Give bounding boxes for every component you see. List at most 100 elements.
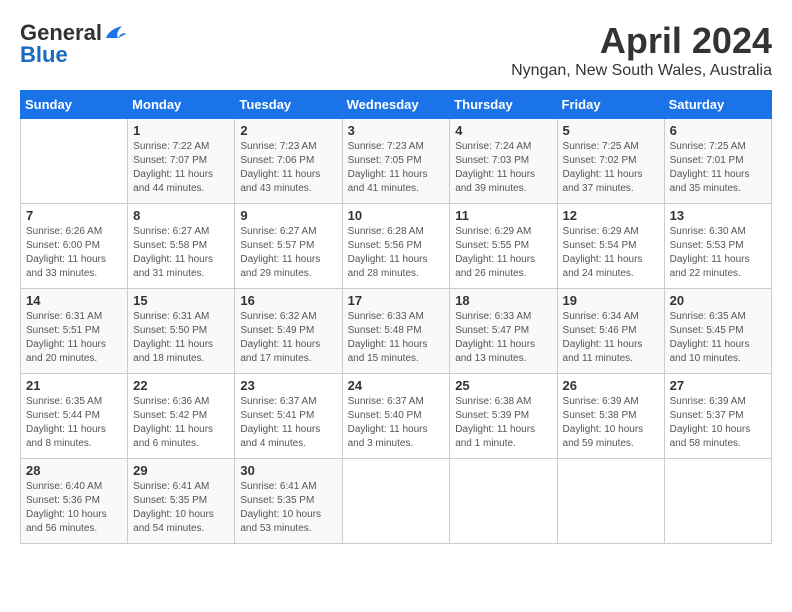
calendar-header-sunday: Sunday	[21, 91, 128, 119]
location-title: Nyngan, New South Wales, Australia	[511, 62, 772, 80]
calendar-cell: 2 Sunrise: 7:23 AMSunset: 7:06 PMDaylight…	[235, 119, 342, 204]
calendar-cell: 7 Sunrise: 6:26 AMSunset: 6:00 PMDaylight…	[21, 204, 128, 289]
day-number: 3	[348, 123, 445, 138]
day-number: 24	[348, 378, 445, 393]
calendar-cell: 9Sunrise: 6:27 AMSunset: 5:57 PMDaylight…	[235, 204, 342, 289]
calendar-cell: 4 Sunrise: 7:24 AMSunset: 7:03 PMDaylight…	[450, 119, 557, 204]
day-number: 30	[240, 463, 336, 478]
calendar-cell: 1 Sunrise: 7:22 AMSunset: 7:07 PMDaylight…	[128, 119, 235, 204]
day-info: Sunrise: 6:34 AMSunset: 5:46 PMDaylight:…	[563, 310, 659, 366]
day-number: 14	[26, 293, 122, 308]
day-number: 12	[563, 208, 659, 223]
calendar-cell: 29Sunrise: 6:41 AMSunset: 5:35 PMDayligh…	[128, 459, 235, 544]
calendar-cell: 17 Sunrise: 6:33 AMSunset: 5:48 PMDayligh…	[342, 289, 450, 374]
day-number: 27	[670, 378, 766, 393]
day-number: 4	[455, 123, 551, 138]
title-section: April 2024 Nyngan, New South Wales, Aust…	[511, 20, 772, 80]
day-info: Sunrise: 6:41 AMSunset: 5:35 PMDaylight:…	[240, 480, 336, 536]
calendar-cell: 16 Sunrise: 6:32 AMSunset: 5:49 PMDayligh…	[235, 289, 342, 374]
calendar-cell: 30 Sunrise: 6:41 AMSunset: 5:35 PMDayligh…	[235, 459, 342, 544]
month-title: April 2024	[511, 20, 772, 62]
day-info: Sunrise: 6:31 AMSunset: 5:50 PMDaylight:…	[133, 310, 229, 366]
day-number: 21	[26, 378, 122, 393]
day-number: 19	[563, 293, 659, 308]
day-info: Sunrise: 6:39 AMSunset: 5:37 PMDaylight:…	[670, 395, 766, 451]
day-info: Sunrise: 7:22 AMSunset: 7:07 PMDaylight:…	[133, 140, 229, 196]
logo: General Blue	[20, 20, 128, 68]
day-number: 2	[240, 123, 336, 138]
day-number: 23	[240, 378, 336, 393]
calendar-cell: 11 Sunrise: 6:29 AMSunset: 5:55 PMDayligh…	[450, 204, 557, 289]
day-info: Sunrise: 6:41 AMSunset: 5:35 PMDaylight:…	[133, 480, 229, 536]
day-info: Sunrise: 6:35 AMSunset: 5:45 PMDaylight:…	[670, 310, 766, 366]
calendar-cell: 18 Sunrise: 6:33 AMSunset: 5:47 PMDayligh…	[450, 289, 557, 374]
day-info: Sunrise: 6:35 AMSunset: 5:44 PMDaylight:…	[26, 395, 122, 451]
day-number: 25	[455, 378, 551, 393]
day-info: Sunrise: 6:26 AMSunset: 6:00 PMDaylight:…	[26, 225, 122, 281]
calendar-cell: 8 Sunrise: 6:27 AMSunset: 5:58 PMDaylight…	[128, 204, 235, 289]
day-number: 8	[133, 208, 229, 223]
day-info: Sunrise: 6:32 AMSunset: 5:49 PMDaylight:…	[240, 310, 336, 366]
calendar-header-monday: Monday	[128, 91, 235, 119]
calendar-cell: 10Sunrise: 6:28 AMSunset: 5:56 PMDayligh…	[342, 204, 450, 289]
day-info: Sunrise: 7:23 AMSunset: 7:05 PMDaylight:…	[348, 140, 445, 196]
day-info: Sunrise: 6:29 AMSunset: 5:55 PMDaylight:…	[455, 225, 551, 281]
day-number: 1	[133, 123, 229, 138]
calendar-week-row-4: 21 Sunrise: 6:35 AMSunset: 5:44 PMDayligh…	[21, 374, 772, 459]
day-number: 9	[240, 208, 336, 223]
day-number: 13	[670, 208, 766, 223]
logo-bird-icon	[104, 24, 128, 42]
day-number: 28	[26, 463, 122, 478]
calendar-cell: 24 Sunrise: 6:37 AMSunset: 5:40 PMDayligh…	[342, 374, 450, 459]
day-info: Sunrise: 7:25 AMSunset: 7:01 PMDaylight:…	[670, 140, 766, 196]
day-info: Sunrise: 6:28 AMSunset: 5:56 PMDaylight:…	[348, 225, 445, 281]
day-info: Sunrise: 6:37 AMSunset: 5:40 PMDaylight:…	[348, 395, 445, 451]
calendar-cell: 5Sunrise: 7:25 AMSunset: 7:02 PMDaylight…	[557, 119, 664, 204]
calendar-header-wednesday: Wednesday	[342, 91, 450, 119]
day-info: Sunrise: 7:24 AMSunset: 7:03 PMDaylight:…	[455, 140, 551, 196]
calendar-cell	[664, 459, 771, 544]
calendar-cell: 21 Sunrise: 6:35 AMSunset: 5:44 PMDayligh…	[21, 374, 128, 459]
calendar-cell	[557, 459, 664, 544]
day-info: Sunrise: 6:27 AMSunset: 5:58 PMDaylight:…	[133, 225, 229, 281]
day-number: 26	[563, 378, 659, 393]
day-number: 7	[26, 208, 122, 223]
calendar-week-row-2: 7 Sunrise: 6:26 AMSunset: 6:00 PMDaylight…	[21, 204, 772, 289]
day-number: 11	[455, 208, 551, 223]
day-info: Sunrise: 6:37 AMSunset: 5:41 PMDaylight:…	[240, 395, 336, 451]
calendar-header-row: SundayMondayTuesdayWednesdayThursdayFrid…	[21, 91, 772, 119]
day-info: Sunrise: 6:36 AMSunset: 5:42 PMDaylight:…	[133, 395, 229, 451]
day-number: 6	[670, 123, 766, 138]
page-header: General Blue April 2024 Nyngan, New Sout…	[20, 20, 772, 80]
calendar-cell: 22Sunrise: 6:36 AMSunset: 5:42 PMDayligh…	[128, 374, 235, 459]
day-info: Sunrise: 6:39 AMSunset: 5:38 PMDaylight:…	[563, 395, 659, 451]
calendar-cell: 25Sunrise: 6:38 AMSunset: 5:39 PMDayligh…	[450, 374, 557, 459]
calendar-header-friday: Friday	[557, 91, 664, 119]
calendar-header-saturday: Saturday	[664, 91, 771, 119]
day-info: Sunrise: 6:40 AMSunset: 5:36 PMDaylight:…	[26, 480, 122, 536]
day-info: Sunrise: 6:31 AMSunset: 5:51 PMDaylight:…	[26, 310, 122, 366]
calendar-cell: 27 Sunrise: 6:39 AMSunset: 5:37 PMDayligh…	[664, 374, 771, 459]
day-info: Sunrise: 6:33 AMSunset: 5:47 PMDaylight:…	[455, 310, 551, 366]
day-number: 16	[240, 293, 336, 308]
day-number: 17	[348, 293, 445, 308]
calendar-cell: 6 Sunrise: 7:25 AMSunset: 7:01 PMDaylight…	[664, 119, 771, 204]
day-info: Sunrise: 7:23 AMSunset: 7:06 PMDaylight:…	[240, 140, 336, 196]
calendar-cell	[450, 459, 557, 544]
calendar-cell: 12Sunrise: 6:29 AMSunset: 5:54 PMDayligh…	[557, 204, 664, 289]
calendar-week-row-1: 1 Sunrise: 7:22 AMSunset: 7:07 PMDaylight…	[21, 119, 772, 204]
calendar-week-row-3: 14 Sunrise: 6:31 AMSunset: 5:51 PMDayligh…	[21, 289, 772, 374]
calendar-cell	[342, 459, 450, 544]
calendar-table: SundayMondayTuesdayWednesdayThursdayFrid…	[20, 90, 772, 544]
day-info: Sunrise: 6:33 AMSunset: 5:48 PMDaylight:…	[348, 310, 445, 366]
calendar-week-row-5: 28 Sunrise: 6:40 AMSunset: 5:36 PMDayligh…	[21, 459, 772, 544]
calendar-cell: 15Sunrise: 6:31 AMSunset: 5:50 PMDayligh…	[128, 289, 235, 374]
calendar-cell: 28 Sunrise: 6:40 AMSunset: 5:36 PMDayligh…	[21, 459, 128, 544]
day-number: 18	[455, 293, 551, 308]
calendar-cell	[21, 119, 128, 204]
logo-text-blue: Blue	[20, 42, 68, 68]
calendar-cell: 14 Sunrise: 6:31 AMSunset: 5:51 PMDayligh…	[21, 289, 128, 374]
calendar-cell: 26 Sunrise: 6:39 AMSunset: 5:38 PMDayligh…	[557, 374, 664, 459]
calendar-cell: 20Sunrise: 6:35 AMSunset: 5:45 PMDayligh…	[664, 289, 771, 374]
day-info: Sunrise: 6:30 AMSunset: 5:53 PMDaylight:…	[670, 225, 766, 281]
